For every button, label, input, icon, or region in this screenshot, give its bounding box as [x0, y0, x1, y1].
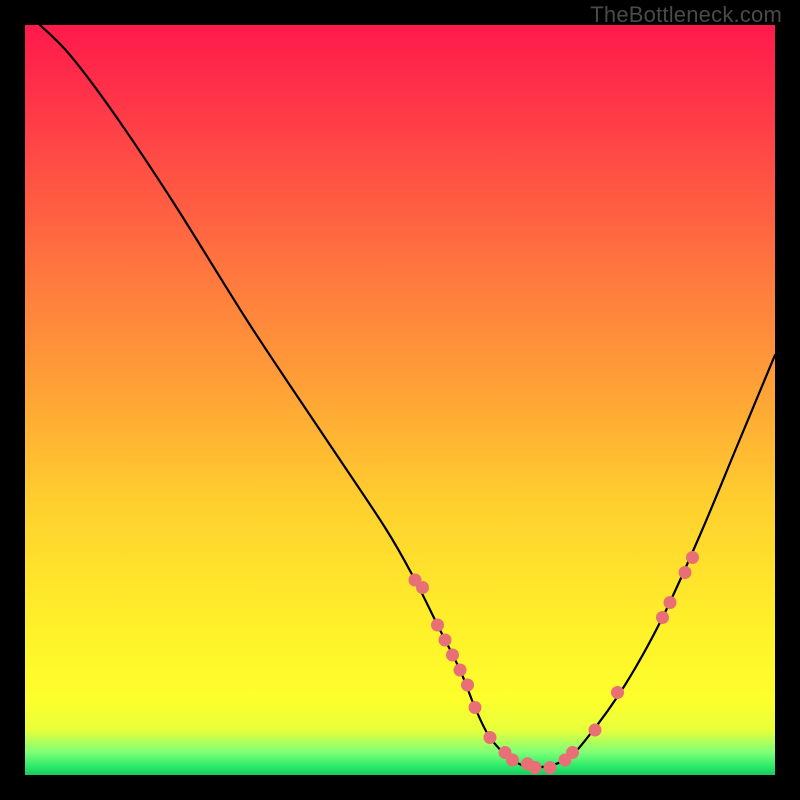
- sample-point: [566, 746, 579, 759]
- sample-point: [416, 581, 429, 594]
- sample-point: [469, 701, 482, 714]
- bottleneck-curve: [40, 25, 775, 768]
- sample-point: [446, 649, 459, 662]
- sample-points-group: [409, 551, 700, 774]
- chart-container: TheBottleneck.com: [0, 0, 800, 800]
- sample-point: [544, 761, 557, 774]
- sample-point: [431, 619, 444, 632]
- sample-point: [664, 596, 677, 609]
- sample-point: [679, 566, 692, 579]
- plot-svg: [25, 25, 775, 775]
- sample-point: [589, 724, 602, 737]
- plot-area: [25, 25, 775, 775]
- sample-point: [611, 686, 624, 699]
- sample-point: [529, 761, 542, 774]
- sample-point: [484, 731, 497, 744]
- sample-point: [686, 551, 699, 564]
- sample-point: [439, 634, 452, 647]
- watermark-text: TheBottleneck.com: [590, 2, 782, 28]
- sample-point: [656, 611, 669, 624]
- sample-point: [506, 754, 519, 767]
- sample-point: [461, 679, 474, 692]
- sample-point: [454, 664, 467, 677]
